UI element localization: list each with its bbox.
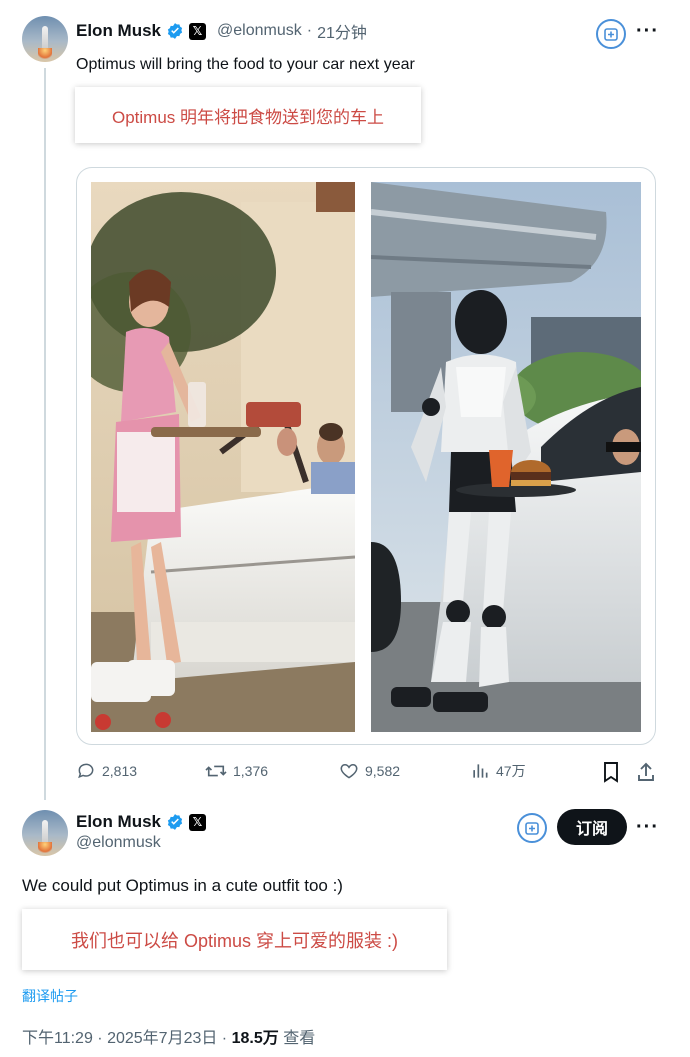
translate-post-link[interactable]: 翻译帖子 [22,986,78,1006]
heart-icon [340,763,358,779]
waitress-illustration [91,182,355,732]
grok-glyph [604,28,618,41]
more-options-icon[interactable]: ··· [636,816,659,839]
separator-dot: · [306,22,313,39]
views-button[interactable]: 47万 [470,761,526,781]
tweet2-header: Elon Musk 𝕏 [76,810,207,834]
view-count: 47万 [496,763,526,779]
grok-icon[interactable] [517,813,547,843]
thread-line [44,68,46,800]
like-button[interactable]: 9,582 [339,761,400,781]
tweet1-text: Optimus will bring the food to your car … [76,56,415,73]
verified-badge-icon [167,23,183,39]
x-affiliate-icon: 𝕏 [189,813,207,831]
tweet1-header: Elon Musk 𝕏 @elonmusk · 21分钟 [76,19,367,43]
reply-count: 2,813 [102,763,138,779]
tweet-view-count: 18.5万 [231,1030,279,1047]
retweet-icon [205,765,227,777]
share-button[interactable] [636,761,656,788]
views-label: 查看 [278,1030,316,1047]
tweet-timestamp[interactable]: 下午11:29 · 2025年7月23日 · [22,1030,232,1047]
grok-icon[interactable] [596,19,626,49]
media-image-right[interactable] [371,182,641,732]
verified-badge-icon [167,814,183,830]
tweet-time[interactable]: 21分钟 [317,19,367,43]
bookmark-icon [604,762,618,783]
x-affiliate-icon: 𝕏 [189,22,207,40]
author-name[interactable]: Elon Musk [76,21,161,41]
media-image-left[interactable] [91,182,355,732]
author-avatar[interactable] [22,810,68,856]
retweet-count: 1,376 [233,763,269,779]
author-avatar[interactable] [22,16,68,62]
tweet-metadata: 下午11:29 · 2025年7月23日 · 18.5万 查看 [22,1024,315,1048]
tweet1-translation: Optimus 明年将把食物送到您的车上 [75,87,421,143]
flame-graphic [38,842,52,854]
author-handle[interactable]: @elonmusk [217,22,302,40]
like-count: 9,582 [365,763,401,779]
author-handle[interactable]: @elonmusk [76,834,161,852]
retweet-button[interactable]: 1,376 [205,761,268,781]
reply-button[interactable]: 2,813 [76,761,137,781]
more-options-icon[interactable]: ··· [636,20,659,43]
bookmark-button[interactable] [602,761,620,788]
tweet2-text: We could put Optimus in a cute outfit to… [22,876,343,895]
analytics-icon [473,764,488,778]
share-icon [638,762,654,781]
grok-glyph [525,822,539,835]
optimus-robot-illustration [371,182,641,732]
author-name[interactable]: Elon Musk [76,812,161,832]
flame-graphic [38,48,52,60]
subscribe-button[interactable]: 订阅 [557,809,627,845]
tweet2-translation: 我们也可以给 Optimus 穿上可爱的服装 :) [22,909,447,970]
reply-icon [78,763,94,779]
